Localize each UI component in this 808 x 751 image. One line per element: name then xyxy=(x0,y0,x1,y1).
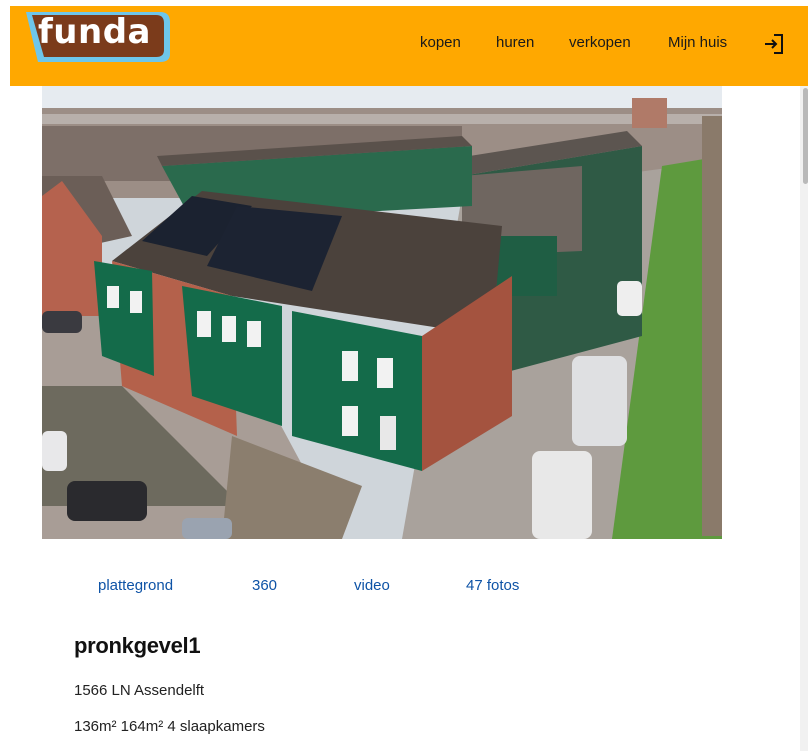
nav-mijn-huis[interactable]: Mijn huis xyxy=(668,34,727,51)
page-margin xyxy=(0,0,10,751)
listing-address: 1566 LN Assendelft xyxy=(74,682,205,699)
photos-link[interactable]: 47 fotos xyxy=(466,577,519,594)
nav-huren[interactable]: huren xyxy=(496,34,534,51)
plattegrond-link[interactable]: plattegrond xyxy=(98,577,173,594)
nav-verkopen[interactable]: verkopen xyxy=(569,34,631,51)
logo-wordmark[interactable]: funda xyxy=(38,12,151,52)
listing-main-photo[interactable] xyxy=(42,86,722,539)
site-header: funda kopen huren verkopen Mijn huis xyxy=(10,6,808,86)
scrollbar-track[interactable] xyxy=(800,86,808,751)
nav-kopen[interactable]: kopen xyxy=(420,34,461,51)
listing-specs: 136m² 164m² 4 slaapkamers xyxy=(74,718,265,735)
video-link[interactable]: video xyxy=(354,577,390,594)
login-icon[interactable] xyxy=(763,33,785,55)
listing-title: pronkgevel1 xyxy=(74,633,201,658)
scrollbar-thumb[interactable] xyxy=(803,88,808,184)
360-link[interactable]: 360 xyxy=(252,577,277,594)
